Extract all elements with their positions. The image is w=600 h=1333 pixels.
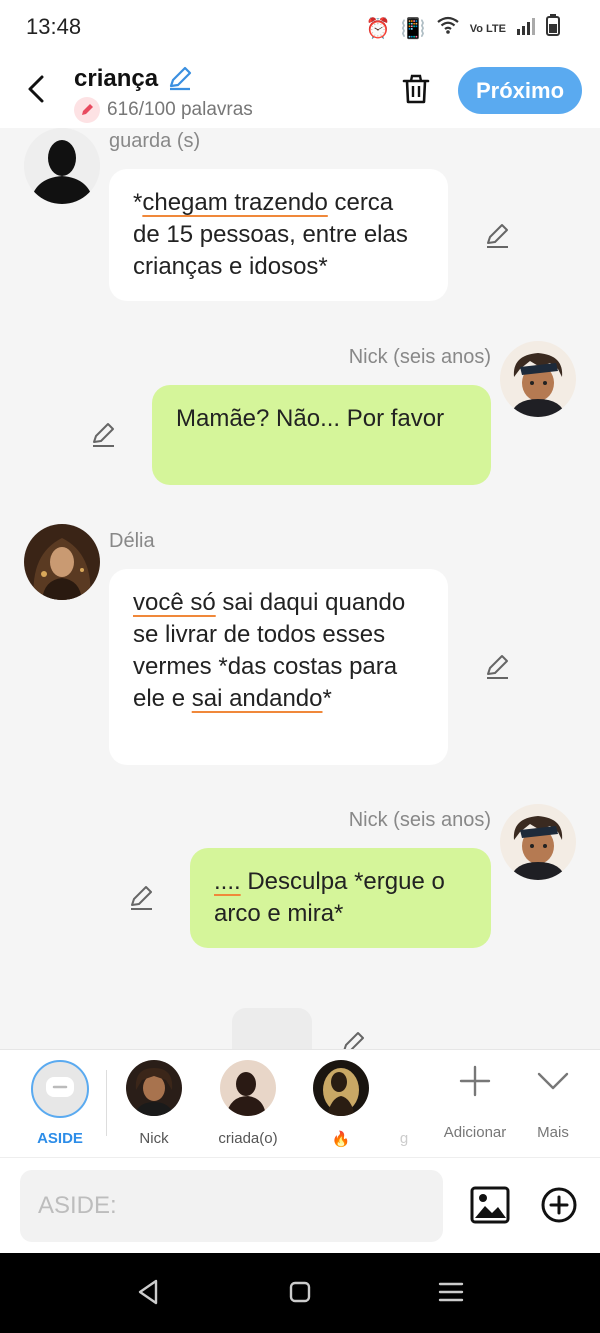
plus-circle-icon bbox=[541, 1187, 577, 1223]
add-character-button[interactable]: Adicionar bbox=[440, 1064, 510, 1141]
avatar-guarda[interactable] bbox=[24, 128, 100, 204]
chevron-left-icon bbox=[28, 75, 44, 103]
square-home-icon bbox=[289, 1281, 311, 1303]
avatar-nick[interactable] bbox=[500, 341, 576, 417]
character-name: Nick bbox=[139, 1130, 169, 1147]
chat-bubble-icon bbox=[46, 1077, 74, 1097]
add-label: Adicionar bbox=[443, 1124, 507, 1141]
system-nav-bar bbox=[0, 1253, 600, 1333]
character-name: criada(o) bbox=[218, 1130, 278, 1147]
status-icons: ⏰ 📳 Vo LTE bbox=[366, 14, 560, 43]
edit-title-button[interactable] bbox=[166, 64, 194, 92]
edit-message-button[interactable] bbox=[90, 421, 118, 449]
attach-image-button[interactable] bbox=[470, 1186, 510, 1224]
nav-back-button[interactable] bbox=[134, 1277, 164, 1307]
character-name: ASIDE bbox=[37, 1130, 83, 1147]
pencil-icon bbox=[343, 1032, 364, 1049]
message-bubble[interactable]: .... Desculpa *ergue o arco e mira* bbox=[190, 848, 491, 948]
trash-icon bbox=[402, 74, 430, 104]
message-text: * bbox=[133, 189, 143, 216]
alarm-icon: ⏰ bbox=[365, 17, 391, 40]
battery-icon bbox=[546, 14, 560, 43]
status-time: 13:48 bbox=[26, 14, 82, 39]
character-nick[interactable]: Nick bbox=[122, 1060, 186, 1147]
tray-divider bbox=[106, 1070, 107, 1136]
image-icon bbox=[470, 1186, 510, 1224]
sender-name: guarda (s) bbox=[109, 130, 201, 152]
vibrate-icon: 📳 bbox=[400, 17, 426, 40]
character-fire[interactable]: 🔥 bbox=[312, 1060, 370, 1148]
edit-message-button[interactable] bbox=[340, 1030, 368, 1049]
delete-button[interactable] bbox=[400, 73, 432, 105]
pencil-icon bbox=[487, 224, 508, 248]
aside-avatar bbox=[31, 1060, 89, 1118]
nav-menu-button[interactable] bbox=[436, 1277, 466, 1307]
underlined-text: chegam trazendo bbox=[142, 189, 328, 216]
back-button[interactable] bbox=[22, 71, 52, 107]
character-name: 🔥 bbox=[331, 1131, 351, 1148]
character-aside[interactable]: ASIDE bbox=[28, 1060, 92, 1147]
next-button[interactable]: Próximo bbox=[458, 67, 582, 114]
word-count-badge-icon bbox=[74, 97, 100, 123]
underlined-text: você só bbox=[133, 589, 216, 616]
chat-area: guarda (s) *chegam trazendo cerca de 15 … bbox=[0, 128, 600, 1049]
message-text: Mamãe? Não... Por favor bbox=[176, 405, 445, 432]
message-text: Desculpa *ergue o arco e mira* bbox=[214, 868, 445, 927]
character-name: g bbox=[399, 1130, 409, 1147]
sender-name: Nick (seis anos) bbox=[348, 809, 491, 831]
avatar bbox=[313, 1060, 369, 1116]
triangle-back-icon bbox=[138, 1279, 158, 1305]
avatar bbox=[220, 1060, 276, 1116]
sender-name: Délia bbox=[109, 530, 155, 552]
edit-message-button[interactable] bbox=[128, 884, 156, 912]
status-bar: 13:48 ⏰ 📳 Vo LTE bbox=[0, 0, 600, 55]
volte-label: Vo LTE bbox=[469, 22, 506, 35]
header: criança 616/100 palavras Próximo bbox=[0, 55, 600, 128]
edit-message-button[interactable] bbox=[484, 653, 512, 681]
avatar-nick[interactable] bbox=[500, 804, 576, 880]
message-text: * bbox=[322, 685, 332, 712]
signal-icon bbox=[516, 16, 536, 42]
message-input[interactable] bbox=[20, 1170, 443, 1242]
add-button[interactable] bbox=[540, 1186, 578, 1224]
wifi-icon bbox=[436, 15, 460, 42]
character-tray: ASIDE Nick criada(o) 🔥 g Adicionar Mais bbox=[0, 1049, 600, 1157]
pencil-icon bbox=[93, 423, 114, 447]
character-criada[interactable]: criada(o) bbox=[214, 1060, 282, 1147]
underlined-text: .... bbox=[214, 868, 241, 895]
pencil-icon bbox=[131, 886, 152, 910]
avatar-delia[interactable] bbox=[24, 524, 100, 600]
composer bbox=[0, 1157, 600, 1253]
message-bubble[interactable]: *chegam trazendo cerca de 15 pessoas, en… bbox=[109, 169, 448, 301]
pencil-icon bbox=[487, 655, 508, 679]
nav-home-button[interactable] bbox=[285, 1277, 315, 1307]
chevron-down-icon bbox=[537, 1072, 569, 1090]
character-partial[interactable]: g bbox=[392, 1060, 416, 1147]
more-label: Mais bbox=[537, 1124, 569, 1141]
page-title: criança bbox=[74, 65, 159, 92]
message-bubble[interactable]: Mamãe? Não... Por favor bbox=[152, 385, 491, 485]
message-bubble[interactable]: você só sai daqui quando se livrar de to… bbox=[109, 569, 448, 765]
message-bubble-partial[interactable] bbox=[232, 1008, 312, 1049]
more-button[interactable]: Mais bbox=[530, 1064, 576, 1141]
plus-icon bbox=[459, 1065, 491, 1097]
word-count: 616/100 palavras bbox=[107, 99, 253, 120]
edit-message-button[interactable] bbox=[484, 222, 512, 250]
underlined-text: sai andando bbox=[191, 685, 323, 712]
pencil-icon bbox=[169, 66, 192, 91]
menu-icon bbox=[438, 1282, 464, 1302]
sender-name: Nick (seis anos) bbox=[348, 346, 491, 368]
avatar bbox=[126, 1060, 182, 1116]
